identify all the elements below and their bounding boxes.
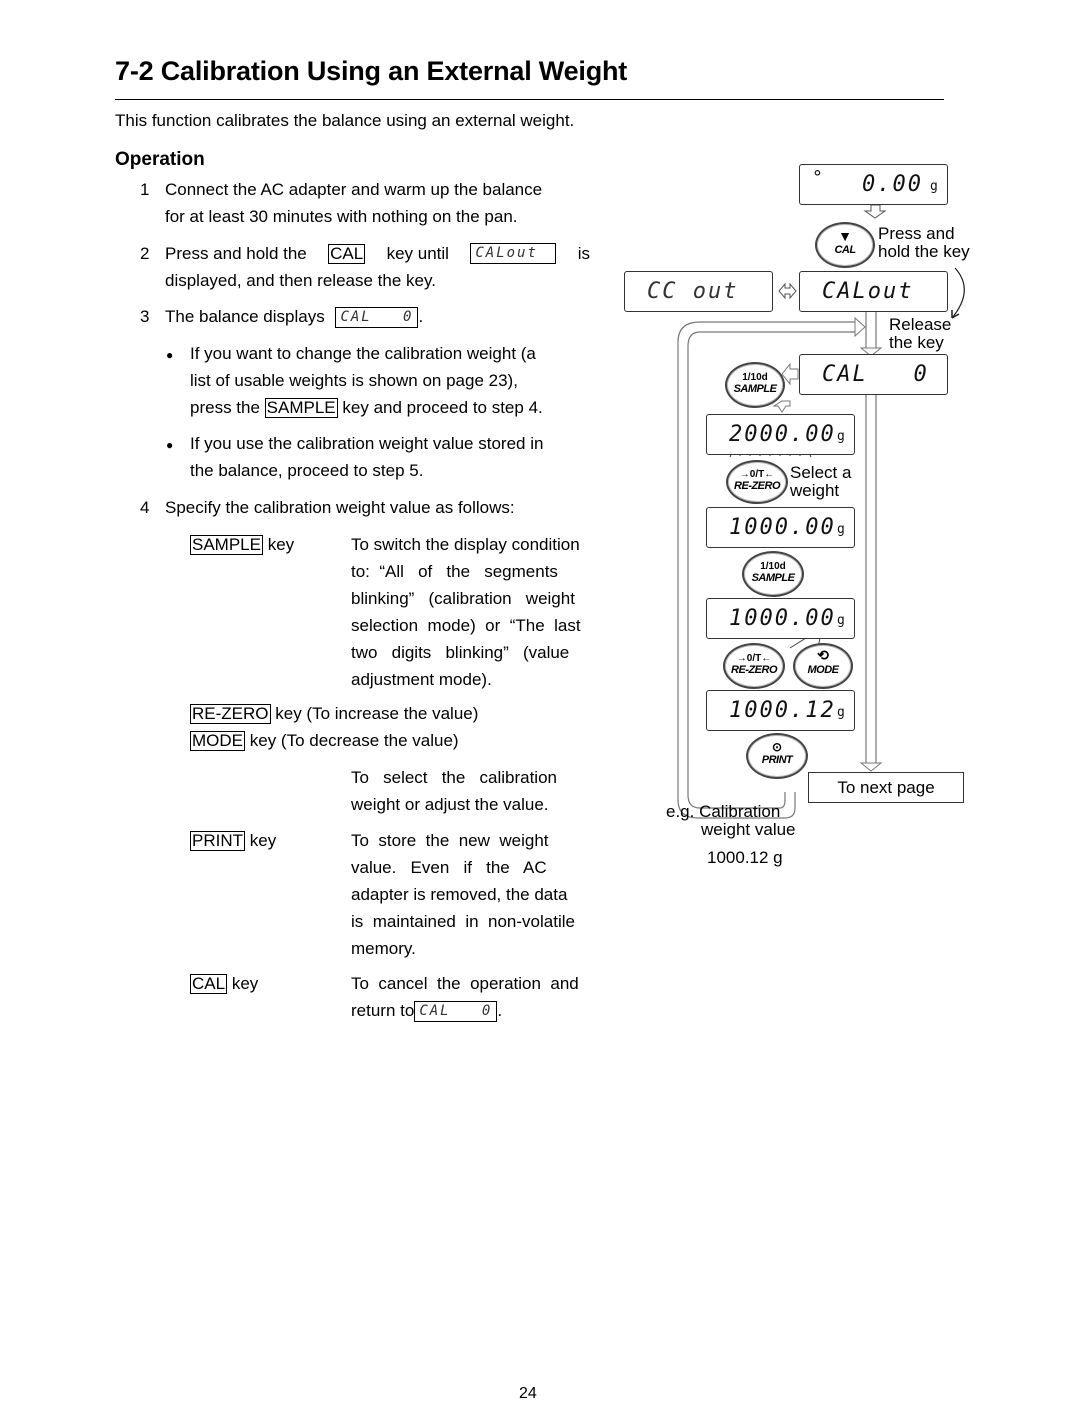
page-number: 24 bbox=[519, 1385, 537, 1402]
print-circle-icon: ⊙ bbox=[771, 740, 783, 754]
flow-arrows bbox=[677, 204, 965, 819]
display-1000-last-blink: 1000.00 g bbox=[706, 598, 855, 639]
display-calout: CALout bbox=[799, 271, 948, 312]
example-label: e.g. Calibration weight value 1000.12 g bbox=[666, 802, 796, 867]
rezero-key[interactable]: →0/T← RE-ZERO bbox=[723, 643, 785, 689]
print-key[interactable]: ⊙ PRINT bbox=[746, 733, 808, 779]
curved-arrow-icon bbox=[951, 267, 965, 319]
display-2000: 2000.00 g bbox=[706, 414, 855, 455]
release-label: Release the key bbox=[889, 315, 952, 352]
next-page-box: To next page bbox=[808, 772, 964, 803]
display-1000-all-blink: 1000.00 g bbox=[706, 507, 855, 548]
display-cal0: CAL 0 bbox=[799, 354, 948, 395]
press-hold-label: Press and hold the key bbox=[878, 224, 970, 261]
arrow-down-icon bbox=[863, 204, 887, 219]
rezero-key[interactable]: →0/T← RE-ZERO bbox=[726, 460, 788, 504]
double-arrow-icon bbox=[778, 282, 797, 300]
cal-key[interactable]: ▼ CAL bbox=[815, 222, 875, 268]
triangle-down-icon: ▼ bbox=[838, 228, 852, 244]
select-weight-label: Select a weight bbox=[790, 463, 852, 500]
display-1000-12: 1000.12 g bbox=[706, 690, 855, 731]
display-ccout: CC out bbox=[624, 271, 773, 312]
mode-key[interactable]: ⟲ MODE bbox=[793, 643, 853, 689]
sample-key[interactable]: 1/10d SAMPLE bbox=[725, 362, 785, 408]
cycle-icon: ⟲ bbox=[817, 647, 829, 663]
sample-key[interactable]: 1/10d SAMPLE bbox=[742, 551, 804, 597]
display-zero: ° 0.00 g bbox=[799, 164, 948, 205]
